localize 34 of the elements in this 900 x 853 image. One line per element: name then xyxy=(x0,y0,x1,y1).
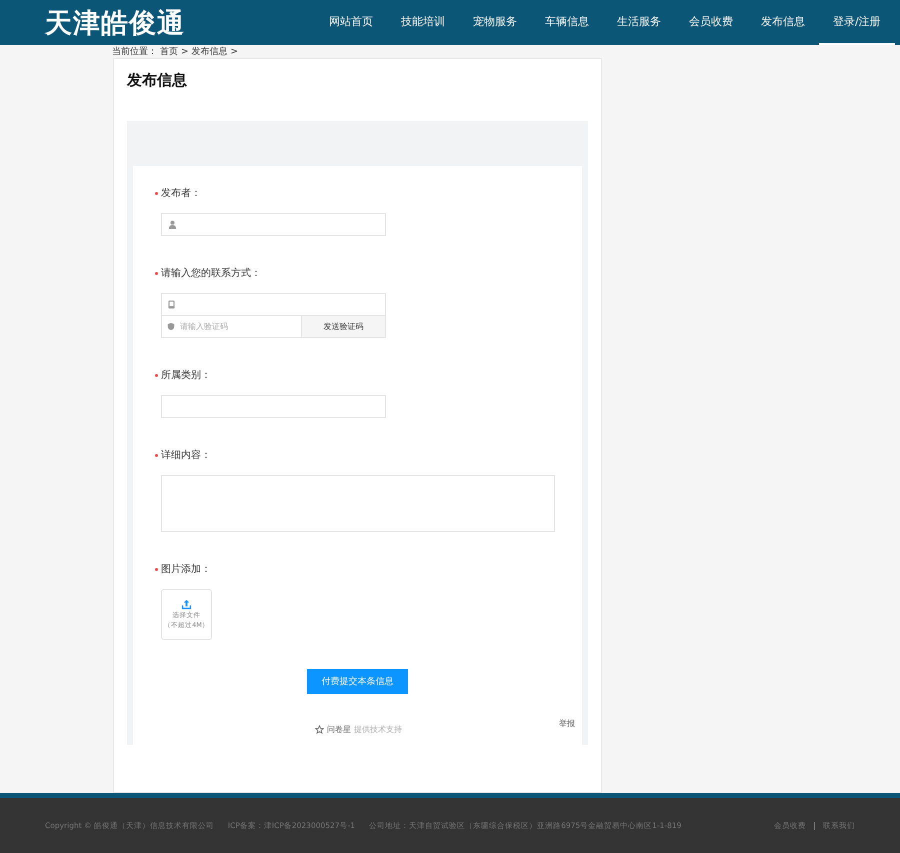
site-logo[interactable]: 天津皓俊通 xyxy=(45,4,265,40)
star-icon xyxy=(315,725,324,734)
page-title: 发布信息 xyxy=(127,71,188,90)
breadcrumb-item[interactable]: 首页 xyxy=(160,45,178,58)
field-label: 请输入您的联系方式： xyxy=(161,266,261,280)
nav-link[interactable]: 发布信息 xyxy=(747,0,819,45)
breadcrumb-item: > xyxy=(181,46,189,56)
field-label: 所属类别： xyxy=(161,368,211,382)
nav-link[interactable]: 登录/注册 xyxy=(819,0,895,45)
name-input[interactable] xyxy=(161,213,386,236)
breadcrumb-item: 当前位置： xyxy=(112,46,157,58)
phone-icon xyxy=(168,300,175,309)
nav-link[interactable]: 技能培训 xyxy=(387,0,459,45)
phone-input[interactable] xyxy=(161,293,386,316)
shield-icon xyxy=(167,322,175,331)
category-select[interactable] xyxy=(161,395,386,418)
send-code-button[interactable]: 发送验证码 xyxy=(301,316,386,338)
field-label: 发布者： xyxy=(161,186,201,200)
brand-link[interactable]: 问卷星 xyxy=(327,724,351,735)
field-label: 图片添加： xyxy=(161,562,211,576)
nav-link[interactable]: 网站首页 xyxy=(315,0,387,45)
breadcrumb-item: > xyxy=(230,46,238,56)
field-label: 详细内容： xyxy=(161,448,211,462)
nav-link[interactable]: 宠物服务 xyxy=(459,0,531,45)
report-link[interactable]: 举报 xyxy=(559,718,575,729)
nav-link[interactable]: 生活服务 xyxy=(603,0,675,45)
content-textarea[interactable] xyxy=(161,475,555,532)
nav-link[interactable]: 会员收费 xyxy=(675,0,747,45)
person-icon xyxy=(168,220,177,229)
upload-icon xyxy=(181,599,192,610)
code-input[interactable]: 请输入验证码 xyxy=(161,316,301,338)
breadcrumb-item[interactable]: 发布信息 xyxy=(192,45,228,58)
support-text: 提供技术支持 xyxy=(354,724,402,735)
nav-link[interactable]: 车辆信息 xyxy=(531,0,603,45)
